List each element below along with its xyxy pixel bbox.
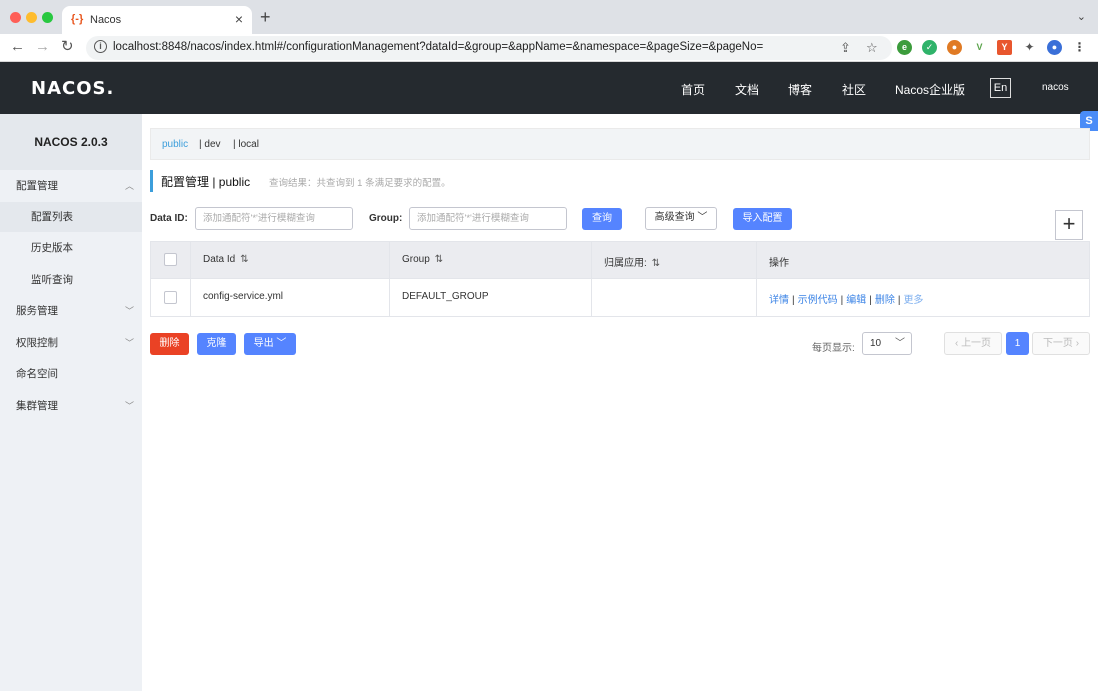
close-window-button[interactable] [10,12,21,23]
chevron-down-icon: ﹀ [124,401,134,411]
bookmark-star-icon[interactable]: ☆ [866,40,878,56]
user-name[interactable]: nacos [1042,82,1069,93]
nacos-logo[interactable]: NACOS. [31,78,114,99]
page-size-label: 每页显示: [812,343,855,354]
column-operations: 操作 [769,258,789,269]
sidebar-item-access-control[interactable]: 权限控制 ﹀ [0,328,142,358]
next-page-button[interactable]: 下一页 › [1032,332,1090,355]
puzzle-extensions-icon[interactable]: ✦ [1022,40,1037,55]
batch-delete-button[interactable]: 删除 [150,333,189,355]
query-button[interactable]: 查询 [582,208,622,230]
delete-link[interactable]: 删除 [875,295,895,306]
chevron-down-icon: ﹀ [895,338,905,349]
chevron-up-icon: ︿ [124,181,134,191]
vue-extension-icon[interactable]: V [972,40,987,55]
language-switch-button[interactable]: En [990,78,1011,98]
nav-docs[interactable]: 文档 [735,81,759,98]
site-info-icon[interactable]: i [94,40,107,53]
chevron-down-icon: ﹀ [276,338,287,349]
table-row: config-service.yml DEFAULT_GROUP 详情 | 示例代码… [151,279,1089,316]
check-extension-icon[interactable]: ✓ [922,40,937,55]
back-arrow-icon[interactable]: ← [10,38,25,56]
browser-tab[interactable]: {-} Nacos × [62,6,252,34]
address-bar[interactable]: i localhost:8848/nacos/index.html#/confi… [86,36,892,60]
namespace-dev[interactable]: | dev [199,139,221,150]
add-config-button[interactable]: + [1055,210,1083,240]
tool-extension-icon[interactable]: Y [997,40,1012,55]
nav-home[interactable]: 首页 [681,81,705,98]
chevron-right-icon: › [1075,338,1080,349]
sidebar-item-namespace[interactable]: 命名空间 [0,359,142,389]
current-page-button[interactable]: 1 [1006,332,1029,355]
query-result-text: 查询结果：共查询到 1 条满足要求的配置。 [269,178,451,189]
chevron-left-icon: ‹ [954,338,959,349]
app-header: NACOS. 首页 文档 博客 社区 Nacos企业版 En nacos [0,62,1098,114]
row-group: DEFAULT_GROUP [402,291,489,302]
namespace-local[interactable]: | local [233,139,259,150]
dataid-label: Data ID: [150,213,188,224]
minimize-window-button[interactable] [26,12,37,23]
page-title: 配置管理 | public [161,175,251,189]
sidebar-item-cluster-management[interactable]: 集群管理 ﹀ [0,391,142,421]
nav-blog[interactable]: 博客 [788,81,812,98]
url-text[interactable]: localhost:8848/nacos/index.html#/configu… [113,41,763,53]
sidebar-item-service-management[interactable]: 服务管理 ﹀ [0,296,142,326]
close-tab-icon[interactable]: × [235,11,243,27]
export-button[interactable]: 导出 ﹀ [244,333,296,355]
evernote-extension-icon[interactable]: e [897,40,912,55]
sidebar-item-config-management[interactable]: 配置管理 ︿ [0,171,142,201]
maximize-window-button[interactable] [42,12,53,23]
new-tab-icon[interactable]: + [260,8,271,26]
sidebar-version: NACOS 2.0.3 [0,114,142,170]
prev-page-button[interactable]: ‹ 上一页 [944,332,1002,355]
column-app[interactable]: 归属应用: ⇅ [604,254,660,269]
namespace-public[interactable]: public [162,139,188,150]
config-table: Data Id ⇅ Group ⇅ 归属应用: ⇅ 操作 config-service… [150,241,1090,317]
share-icon[interactable]: ⇪ [840,40,851,56]
edit-link[interactable]: 编辑 [846,295,866,306]
row-dataid: config-service.yml [203,291,284,302]
browser-menu-icon[interactable]: ⋮ [1072,40,1087,55]
advanced-query-button[interactable]: 高级查询 ﹀ [645,207,717,230]
clone-button[interactable]: 克隆 [197,333,236,355]
sort-icon[interactable]: ⇅ [435,254,443,265]
profile-avatar-icon[interactable]: ● [1047,40,1062,55]
column-dataid[interactable]: Data Id ⇅ [203,254,249,265]
details-link[interactable]: 详情 [769,295,789,306]
sidebar-item-history[interactable]: 历史版本 [0,233,142,263]
sidebar-item-listener-query[interactable]: 监听查询 [0,265,142,295]
more-link[interactable]: 更多 [903,295,923,306]
forward-arrow-icon[interactable]: → [35,38,50,56]
tab-search-chevron-icon[interactable]: ⌄ [1077,10,1086,23]
import-config-button[interactable]: 导入配置 [733,208,792,230]
chevron-down-icon: ﹀ [124,306,134,316]
sort-icon[interactable]: ⇅ [240,254,248,265]
namespace-bar: public | dev | local [150,128,1090,160]
dataid-search-input[interactable] [195,207,353,230]
table-header: Data Id ⇅ Group ⇅ 归属应用: ⇅ 操作 [151,242,1089,279]
browser-tabbar: {-} Nacos × + ⌄ [0,0,1098,34]
page-size-select[interactable]: 10 ﹀ [862,332,912,355]
reload-icon[interactable]: ↻ [61,38,74,56]
group-label: Group: [369,213,403,224]
row-operations: 详情 | 示例代码 | 编辑 | 删除 | 更多 [769,295,924,306]
chevron-down-icon: ﹀ [697,212,708,223]
chevron-down-icon: ﹀ [124,338,134,348]
tab-title: Nacos [90,14,122,26]
browser-toolbar: ← → ↻ i localhost:8848/nacos/index.html#… [0,34,1098,62]
page-heading: 配置管理 | public [150,170,250,192]
sort-icon[interactable]: ⇅ [652,258,660,269]
select-all-checkbox[interactable] [164,253,177,266]
sidebar-item-config-list[interactable]: 配置列表 [0,202,142,232]
nav-community[interactable]: 社区 [842,81,866,98]
circle-extension-icon[interactable]: ● [947,40,962,55]
sidebar: NACOS 2.0.3 配置管理 ︿ 配置列表 历史版本 监听查询 服务管理 ﹀… [0,114,142,691]
sample-code-link[interactable]: 示例代码 [798,295,838,306]
group-search-input[interactable] [409,207,567,230]
nav-enterprise[interactable]: Nacos企业版 [895,81,965,98]
column-group[interactable]: Group ⇅ [402,254,443,265]
nacos-favicon-icon: {-} [71,13,84,25]
row-checkbox[interactable] [164,291,177,304]
